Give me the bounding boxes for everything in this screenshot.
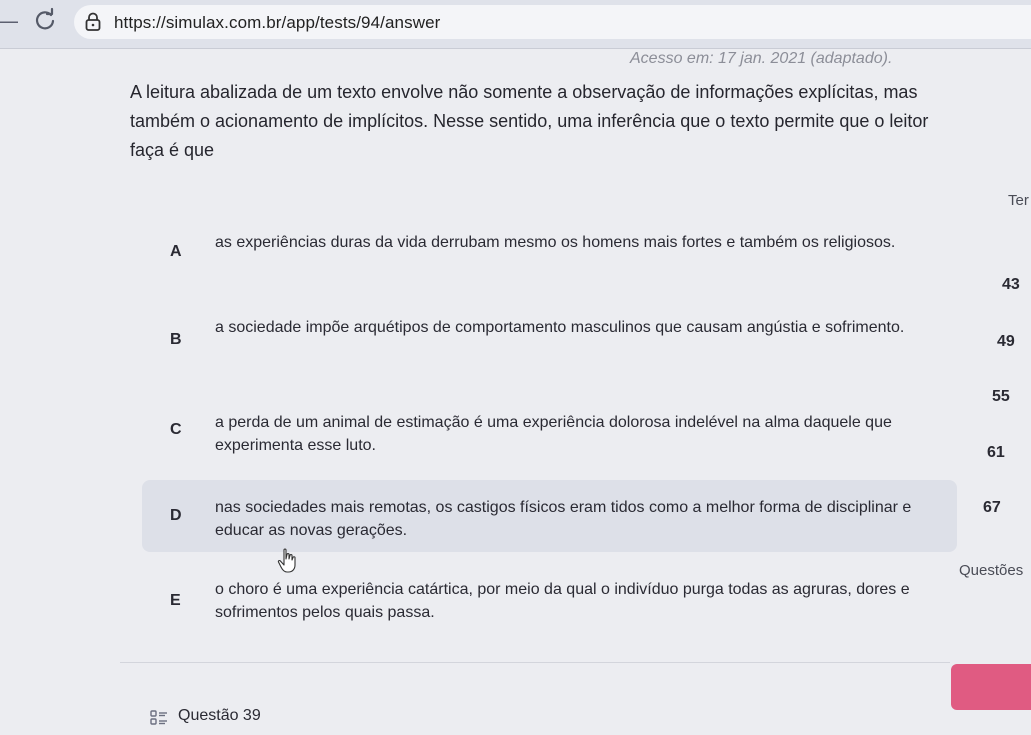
option-text: nas sociedades mais remotas, os castigos…	[215, 499, 912, 539]
accent-button[interactable]	[951, 664, 1031, 710]
question-number-link[interactable]: 49	[997, 333, 1015, 351]
back-arrow-icon[interactable]: —	[0, 8, 26, 34]
browser-bar: — https://simulax.com.br/app/tests/94/an…	[0, 0, 1031, 49]
question-stem: A leitura abalizada de um texto envolve …	[130, 82, 929, 160]
question-number-link[interactable]: 43	[1002, 276, 1020, 294]
lock-icon[interactable]	[84, 12, 102, 32]
divider	[120, 662, 950, 663]
option-text: o choro é uma experiência catártica, por…	[215, 581, 910, 621]
hand-cursor-icon	[277, 548, 296, 573]
option-letter: A	[170, 243, 182, 260]
option-letter: C	[170, 421, 182, 438]
option-letter: B	[170, 331, 182, 348]
option-letter: E	[170, 592, 181, 609]
option-text: a perda de um animal de estimação é uma …	[215, 414, 892, 454]
source-citation: Acesso em: 17 jan. 2021 (adaptado).	[630, 50, 893, 67]
option-text: a sociedade impõe arquétipos de comporta…	[215, 319, 905, 336]
url-text: https://simulax.com.br/app/tests/94/answ…	[114, 13, 441, 32]
option-letter: D	[170, 507, 182, 524]
reload-icon[interactable]	[32, 6, 58, 32]
option-b[interactable]: B a sociedade impõe arquétipos de compor…	[142, 307, 957, 367]
address-bar[interactable]: https://simulax.com.br/app/tests/94/answ…	[74, 5, 1031, 39]
sidebar-label-questions[interactable]: Questões	[959, 562, 1023, 579]
question-number-link[interactable]: 55	[992, 388, 1010, 406]
option-d[interactable]: D nas sociedades mais remotas, os castig…	[142, 480, 957, 552]
option-c[interactable]: C a perda de um animal de estimação é um…	[142, 398, 957, 464]
question-list-icon	[150, 710, 167, 725]
page: — https://simulax.com.br/app/tests/94/an…	[0, 0, 1031, 735]
option-text: as experiências duras da vida derrubam m…	[215, 234, 896, 251]
option-e[interactable]: E o choro é uma experiência catártica, p…	[142, 570, 957, 632]
question-number-link[interactable]: 67	[983, 499, 1001, 517]
question-number-link[interactable]: 61	[987, 444, 1005, 462]
option-a[interactable]: A as experiências duras da vida derrubam…	[142, 222, 957, 282]
sidebar-label-top: Ter	[1008, 192, 1029, 209]
question-label: Questão 39	[178, 707, 261, 724]
